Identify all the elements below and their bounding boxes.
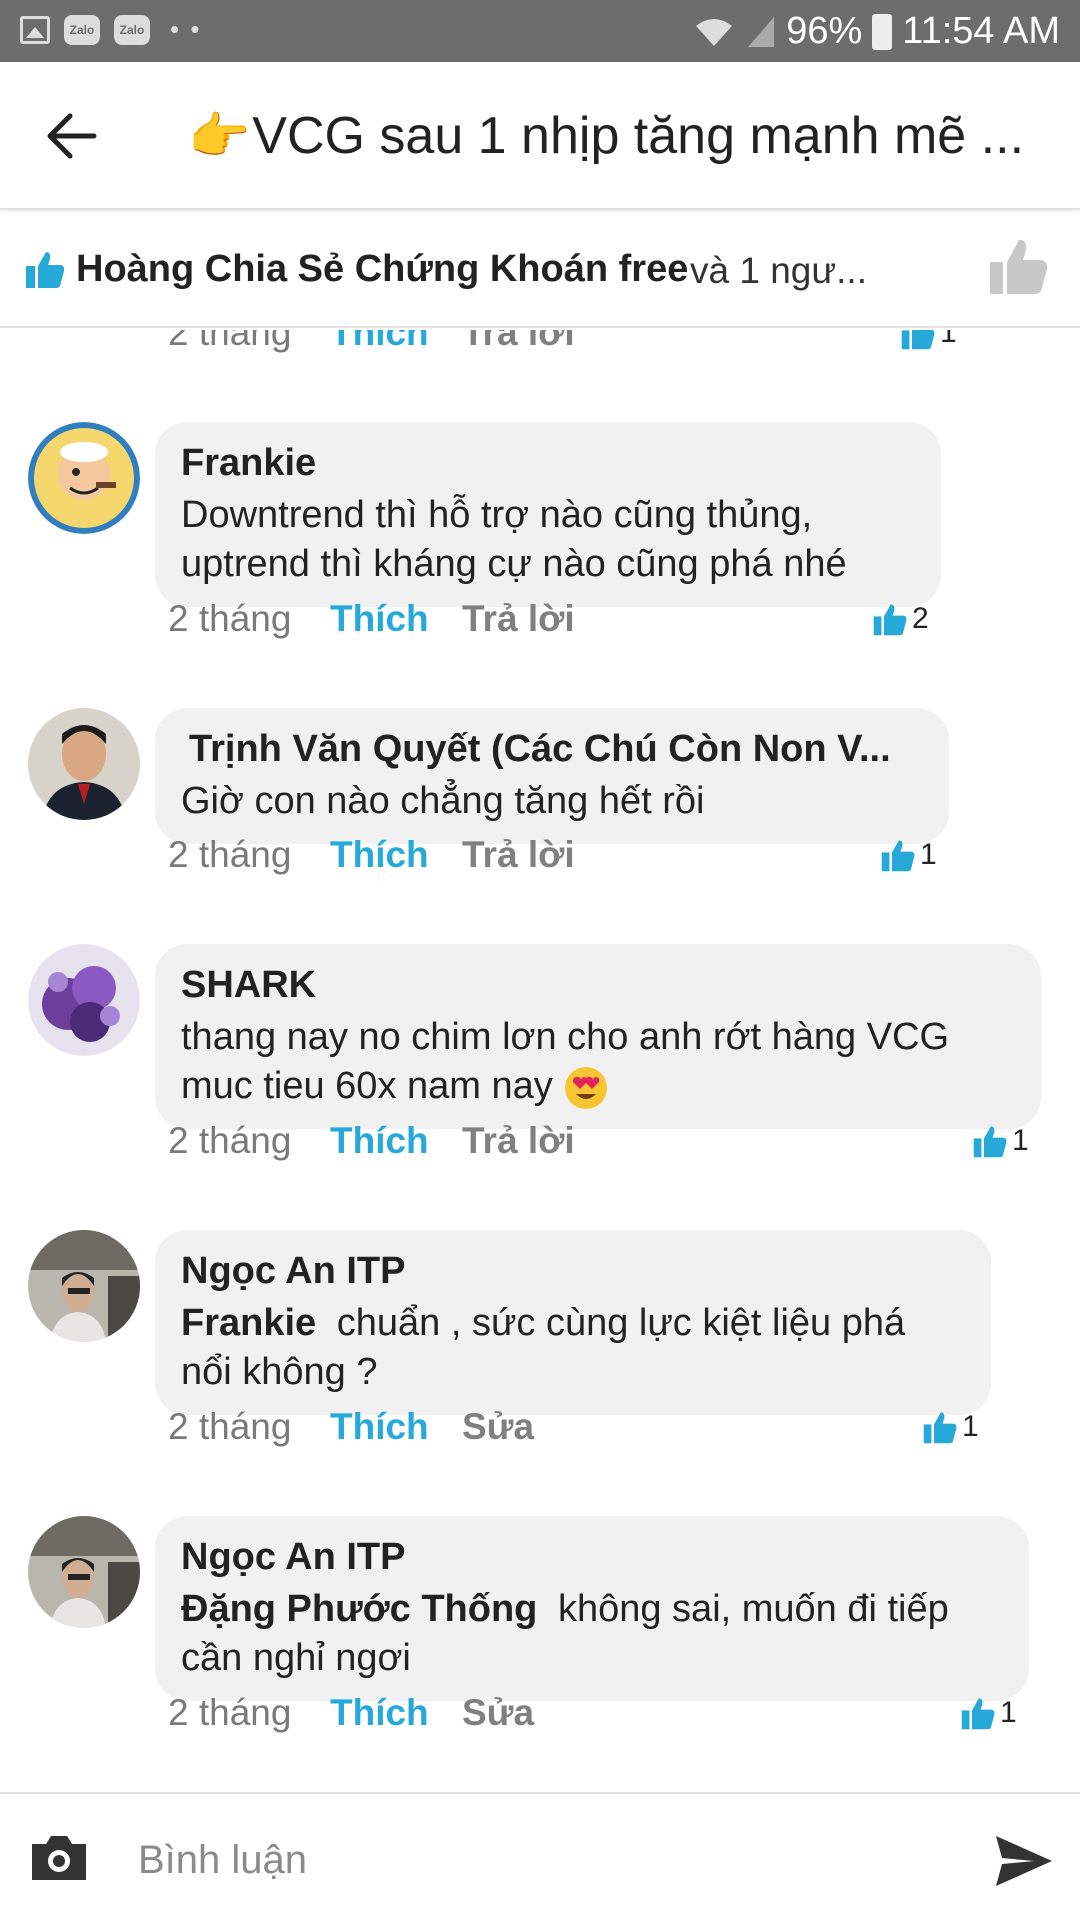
comment-meta: 2 tháng Thích Trả lời [168, 1116, 575, 1166]
likers-more[interactable]: và 1 ngư... [690, 250, 867, 292]
like-count-value: 1 [1000, 1696, 1017, 1729]
comment-text: Đặng Phước Thống không sai, muốn đi tiếp… [181, 1585, 1003, 1683]
thumbs-up-icon [881, 840, 915, 872]
comment-like-count: 1 [922, 1402, 979, 1452]
edit-button[interactable]: Sửa [462, 1406, 534, 1448]
like-comment-button[interactable]: Thích [330, 1692, 462, 1734]
comment-like-count: 1 [972, 1116, 1029, 1166]
comment-like-count: 1 [960, 1688, 1017, 1738]
comment-author[interactable]: Ngọc An ITP [181, 1536, 1003, 1579]
thumbs-up-icon [26, 252, 65, 288]
page-title: 👉VCG sau 1 nhịp tăng mạnh mẽ ... [188, 106, 1028, 166]
comment-meta: 2 tháng Thích Trả lời [168, 330, 575, 358]
like-count-value: 1 [920, 838, 937, 871]
comment-meta: 2 tháng Thích Trả lời [168, 594, 575, 644]
thumbs-up-icon [873, 604, 907, 636]
comment-like-count: 1 [880, 830, 937, 880]
comment-time: 2 tháng [168, 598, 292, 639]
comment-bubble[interactable]: Frankie Downtrend thì hỗ trợ nào cũng th… [155, 422, 941, 607]
comment-bubble[interactable]: Ngọc An ITP Đặng Phước Thống không sai, … [155, 1516, 1029, 1701]
like-post-button[interactable] [988, 236, 1050, 298]
avatar[interactable] [28, 1516, 140, 1628]
like-comment-button[interactable]: Thích [330, 1120, 462, 1162]
comment-text: Frankie chuẩn , sức cùng lực kiệt liệu p… [181, 1299, 965, 1397]
like-count-value: 2 [912, 602, 929, 635]
thumbs-up-icon [961, 1698, 995, 1730]
comments-list[interactable]: 2 tháng Thích Trả lời 1 Frankie Downtren… [0, 330, 1080, 1790]
comment-author[interactable]: Frankie [181, 442, 915, 485]
comment-time: 2 tháng [168, 1120, 292, 1161]
comment-time: 2 tháng [168, 1406, 292, 1447]
reply-button[interactable]: Trả lời [462, 1120, 575, 1162]
mention-link[interactable]: Frankie [181, 1302, 316, 1344]
thumbs-up-icon [901, 330, 935, 350]
back-arrow-icon[interactable] [42, 108, 102, 164]
like-comment-button[interactable]: Thích [330, 330, 462, 354]
like-count-value: 1 [962, 1410, 979, 1443]
comment-text: Downtrend thì hỗ trợ nào cũng thủng, upt… [181, 494, 847, 585]
app-header: 👉VCG sau 1 nhịp tăng mạnh mẽ ... [0, 62, 1080, 210]
like-count-value: 1 [940, 330, 957, 349]
likers-names[interactable]: Hoàng Chia Sẻ Chứng Khoán free [76, 248, 688, 291]
page-title-text: VCG sau 1 nhịp tăng mạnh mẽ ... [252, 107, 1025, 165]
gallery-notification-icon [20, 15, 50, 44]
comment-bubble[interactable]: Trịnh Văn Quyết (Các Chú Còn Non V... Gi… [155, 708, 949, 844]
comment-meta: 2 tháng Thích Trả lời [168, 830, 575, 880]
pointing-hand-emoji-icon: 👉 [188, 108, 251, 164]
camera-icon[interactable] [28, 1830, 90, 1884]
thumbs-up-icon [973, 1126, 1007, 1158]
clock: 11:54 AM [902, 10, 1060, 52]
wifi-icon [696, 18, 733, 46]
battery-icon [872, 13, 893, 50]
signal-icon [748, 16, 775, 47]
reply-button[interactable]: Trả lời [462, 330, 575, 354]
comment-composer [0, 1792, 1080, 1920]
thumbs-up-icon [923, 1412, 957, 1444]
comment-bubble[interactable]: SHARK thang nay no chim lơn cho anh rớt … [155, 944, 1041, 1129]
comment-time: 2 tháng [168, 330, 292, 353]
reply-button[interactable]: Trả lời [462, 598, 575, 640]
comment-author[interactable]: Trịnh Văn Quyết (Các Chú Còn Non V... [181, 728, 923, 771]
zalo-notification-icon-2: Zalo [114, 14, 150, 45]
zalo-notification-icon: Zalo [64, 14, 100, 45]
avatar[interactable] [28, 944, 140, 1056]
like-comment-button[interactable]: Thích [330, 598, 462, 640]
avatar[interactable] [28, 1230, 140, 1342]
comment-like-count: 2 [872, 594, 929, 644]
comment-time: 2 tháng [168, 1692, 292, 1733]
avatar[interactable] [28, 708, 140, 820]
reply-button[interactable]: Trả lời [462, 834, 575, 876]
heart-eyes-emoji-icon [565, 1066, 608, 1109]
mention-link[interactable]: Đặng Phước Thống [181, 1588, 537, 1630]
comment-time: 2 tháng [168, 834, 292, 875]
comment-author[interactable]: Ngọc An ITP [181, 1250, 965, 1293]
comment-bubble[interactable]: Ngọc An ITP Frankie chuẩn , sức cùng lực… [155, 1230, 991, 1415]
comment-author[interactable]: SHARK [181, 964, 1015, 1007]
more-notifications-icon: • • [170, 14, 202, 44]
comment-text: Giờ con nào chẳng tăng hết rồi [181, 780, 705, 822]
comment-meta: 2 tháng Thích Sửa [168, 1402, 534, 1452]
like-count-value: 1 [1012, 1124, 1029, 1157]
battery-percent: 96% [786, 10, 863, 52]
comment-meta: 2 tháng Thích Sửa [168, 1688, 534, 1738]
avatar[interactable] [28, 422, 140, 534]
status-bar: Zalo Zalo • • 96% 11:54 AM [0, 0, 1080, 62]
post-likes-row[interactable]: Hoàng Chia Sẻ Chứng Khoán free và 1 ngư.… [0, 212, 1080, 328]
comment-text: thang nay no chim lơn cho anh rớt hàng V… [181, 1013, 1015, 1111]
comment-input[interactable] [138, 1830, 938, 1890]
like-comment-button[interactable]: Thích [330, 1406, 462, 1448]
edit-button[interactable]: Sửa [462, 1692, 534, 1734]
comment-like-count: 1 [900, 330, 957, 358]
send-icon[interactable] [994, 1834, 1054, 1888]
like-comment-button[interactable]: Thích [330, 834, 462, 876]
